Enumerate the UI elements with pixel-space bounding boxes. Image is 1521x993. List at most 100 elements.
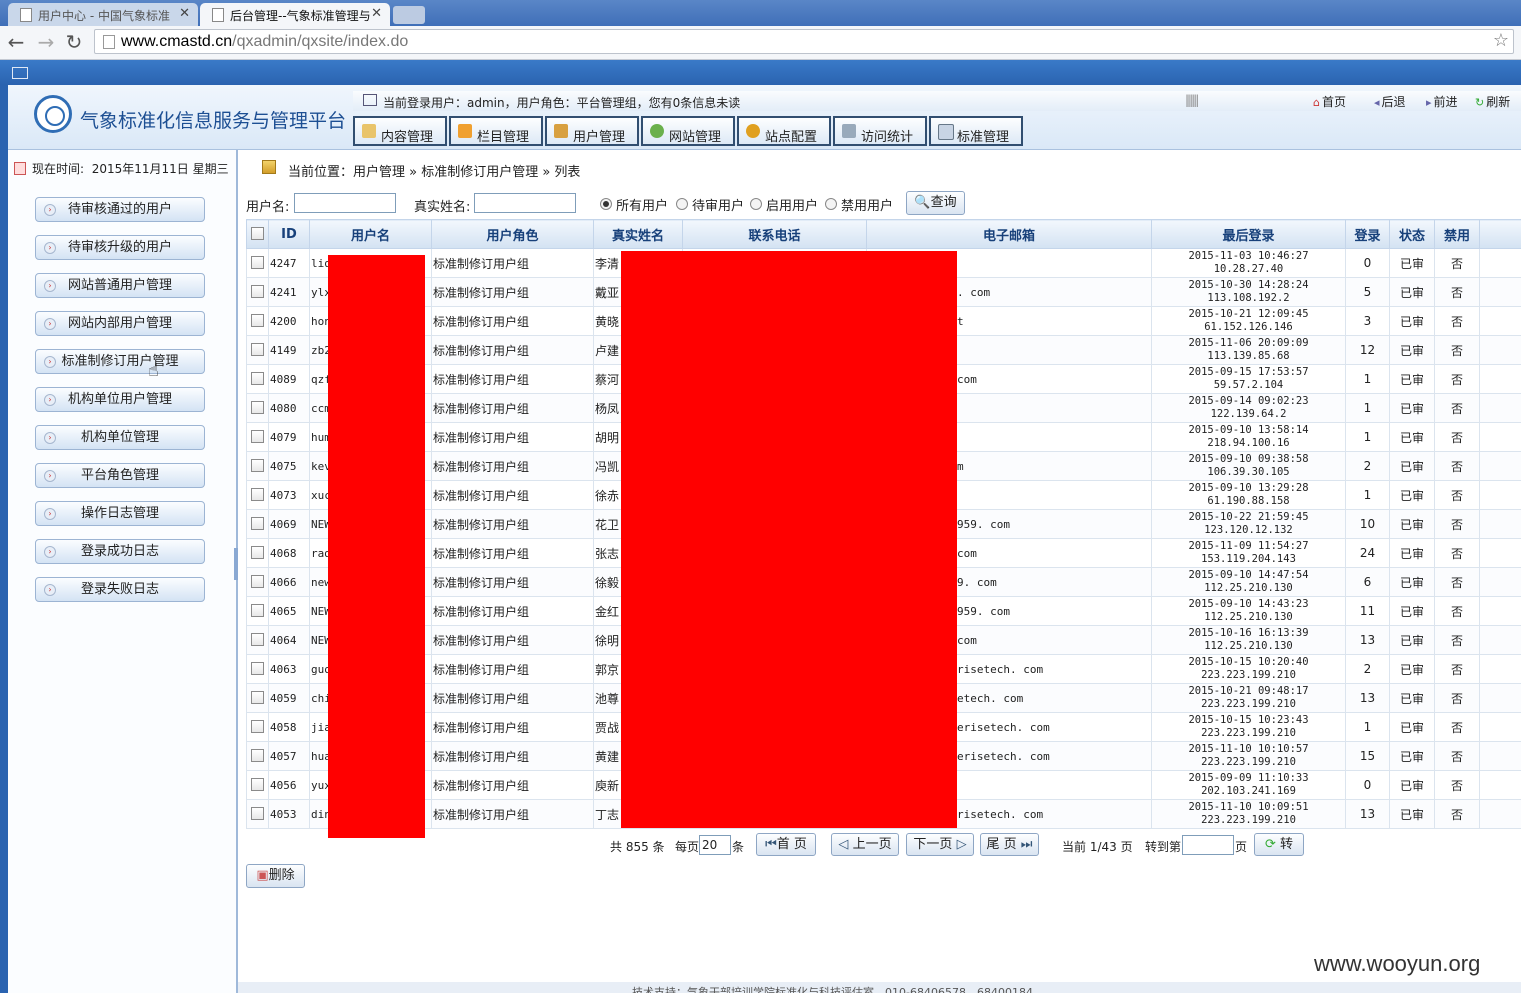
cell-status[interactable]: 已审	[1389, 248, 1435, 278]
row-checkbox[interactable]	[251, 575, 264, 588]
row-select-cell[interactable]	[246, 480, 269, 510]
cell-disabled[interactable]: 否	[1434, 596, 1480, 626]
row-checkbox[interactable]	[251, 604, 264, 617]
cell-status[interactable]: 已审	[1389, 480, 1435, 510]
select-all-checkbox[interactable]	[251, 226, 264, 240]
home-link[interactable]: ⌂ 首页	[1313, 93, 1346, 110]
sidebar-item-regular-users[interactable]: › 网站普通用户管理	[35, 273, 205, 298]
radio-enabled-users[interactable]: 启用用户	[750, 195, 818, 214]
cell-disabled[interactable]: 否	[1434, 422, 1480, 452]
back-arrow-icon[interactable]: ←	[4, 30, 28, 54]
row-select-cell[interactable]	[246, 393, 269, 423]
browser-tab-admin[interactable]: 后台管理--气象标准管理与 ✕	[200, 3, 390, 26]
row-select-cell[interactable]	[246, 683, 269, 713]
col-header-status[interactable]: 状态	[1389, 219, 1435, 249]
cell-status[interactable]: 已审	[1389, 770, 1435, 800]
sidebar-item-roles[interactable]: › 平台角色管理	[35, 463, 205, 488]
row-select-cell[interactable]	[246, 509, 269, 539]
row-select-cell[interactable]	[246, 335, 269, 365]
row-select-cell[interactable]	[246, 625, 269, 655]
row-select-cell[interactable]	[246, 799, 269, 829]
row-checkbox[interactable]	[251, 401, 264, 414]
address-bar[interactable]: www.cmastd.cn/qxadmin/qxsite/index.do ☆	[94, 29, 1514, 54]
cell-status[interactable]: 已审	[1389, 654, 1435, 684]
cell-status[interactable]: 已审	[1389, 393, 1435, 423]
browser-tab-user-center[interactable]: 用户中心 - 中国气象标准 ✕	[8, 3, 198, 26]
cell-status[interactable]: 已审	[1389, 596, 1435, 626]
menu-columns[interactable]: 栏目管理	[449, 116, 543, 146]
row-select-cell[interactable]	[246, 654, 269, 684]
col-header-login-count[interactable]: 登录	[1345, 219, 1390, 249]
cell-disabled[interactable]: 否	[1434, 741, 1480, 771]
delete-button[interactable]: ▣删除	[246, 864, 305, 888]
row-select-cell[interactable]	[246, 567, 269, 597]
cell-status[interactable]: 已审	[1389, 335, 1435, 365]
close-tab-icon[interactable]: ✕	[371, 6, 382, 21]
cell-disabled[interactable]: 否	[1434, 799, 1480, 829]
row-checkbox[interactable]	[251, 633, 264, 646]
row-checkbox[interactable]	[251, 778, 264, 791]
sidebar-item-pending-upgrade[interactable]: › 待审核升级的用户	[35, 235, 205, 260]
cell-disabled[interactable]: 否	[1434, 770, 1480, 800]
menu-users[interactable]: 用户管理	[545, 116, 639, 146]
col-header-id[interactable]: ID	[268, 219, 310, 249]
cell-disabled[interactable]: 否	[1434, 480, 1480, 510]
realname-input[interactable]	[474, 193, 576, 213]
next-page-button[interactable]: 下一页 ▷	[906, 833, 974, 856]
cell-disabled[interactable]: 否	[1434, 683, 1480, 713]
row-select-cell[interactable]	[246, 741, 269, 771]
cell-status[interactable]: 已审	[1389, 277, 1435, 307]
forward-arrow-icon[interactable]: →	[34, 30, 58, 54]
select-all-cell[interactable]	[246, 219, 269, 249]
row-checkbox[interactable]	[251, 314, 264, 327]
cell-status[interactable]: 已审	[1389, 422, 1435, 452]
cell-disabled[interactable]: 否	[1434, 393, 1480, 423]
row-checkbox[interactable]	[251, 749, 264, 762]
cell-disabled[interactable]: 否	[1434, 509, 1480, 539]
cell-disabled[interactable]: 否	[1434, 567, 1480, 597]
back-link[interactable]: ◂ 后退	[1374, 93, 1406, 110]
cell-status[interactable]: 已审	[1389, 741, 1435, 771]
new-tab-button[interactable]	[393, 6, 425, 24]
row-checkbox[interactable]	[251, 343, 264, 356]
cell-disabled[interactable]: 否	[1434, 451, 1480, 481]
cell-status[interactable]: 已审	[1389, 567, 1435, 597]
sidebar-item-login-failure-logs[interactable]: › 登录失败日志	[35, 577, 205, 602]
row-select-cell[interactable]	[246, 306, 269, 336]
bookmark-star-icon[interactable]: ☆	[1493, 30, 1509, 51]
row-select-cell[interactable]	[246, 712, 269, 742]
row-checkbox[interactable]	[251, 285, 264, 298]
refresh-link[interactable]: ↻ 刷新	[1475, 93, 1510, 110]
row-checkbox[interactable]	[251, 488, 264, 501]
col-header-last-login[interactable]: 最后登录	[1151, 219, 1346, 249]
sidebar-item-standard-revision-users[interactable]: › 标准制修订用户管理	[35, 349, 205, 374]
forward-link[interactable]: ▸ 前进	[1426, 93, 1458, 110]
radio-pending-users[interactable]: 待审用户	[676, 195, 744, 214]
col-header-disabled[interactable]: 禁用	[1434, 219, 1480, 249]
col-header-email[interactable]: 电子邮箱	[866, 219, 1152, 249]
sidebar-item-internal-users[interactable]: › 网站内部用户管理	[35, 311, 205, 336]
sidebar-item-pending-approval[interactable]: › 待审核通过的用户	[35, 197, 205, 222]
col-header-realname[interactable]: 真实姓名	[593, 219, 683, 249]
cell-disabled[interactable]: 否	[1434, 335, 1480, 365]
go-button[interactable]: ⟳ 转	[1254, 833, 1304, 856]
cell-status[interactable]: 已审	[1389, 625, 1435, 655]
menu-standards[interactable]: 标准管理	[929, 116, 1023, 146]
cell-disabled[interactable]: 否	[1434, 654, 1480, 684]
cell-disabled[interactable]: 否	[1434, 248, 1480, 278]
row-select-cell[interactable]	[246, 364, 269, 394]
cell-status[interactable]: 已审	[1389, 538, 1435, 568]
row-select-cell[interactable]	[246, 248, 269, 278]
goto-page-input[interactable]	[1182, 835, 1234, 855]
sidebar-item-org-management[interactable]: › 机构单位管理	[35, 425, 205, 450]
sidebar-item-operation-logs[interactable]: › 操作日志管理	[35, 501, 205, 526]
row-checkbox[interactable]	[251, 517, 264, 530]
menu-statistics[interactable]: 访问统计	[833, 116, 927, 146]
menu-content[interactable]: 内容管理	[353, 116, 447, 146]
col-header-role[interactable]: 用户角色	[431, 219, 594, 249]
username-input[interactable]	[294, 193, 396, 213]
menu-site-config[interactable]: 站点配置	[737, 116, 831, 146]
sidebar-collapse-handle[interactable]	[234, 548, 238, 580]
last-page-button[interactable]: 尾 页 ⏭	[980, 833, 1039, 856]
cell-status[interactable]: 已审	[1389, 451, 1435, 481]
